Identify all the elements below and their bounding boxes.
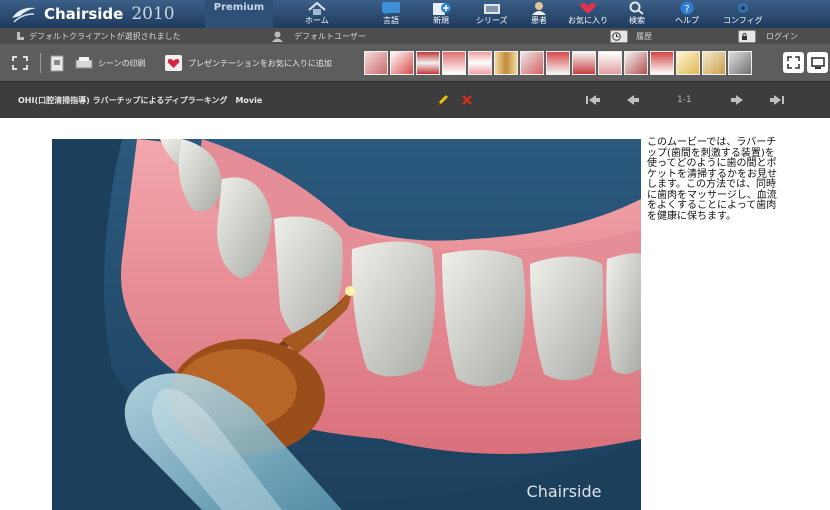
nav-label: お気に入り — [568, 16, 608, 25]
user-status[interactable]: デフォルトユーザー — [272, 28, 366, 44]
film-icon — [483, 4, 500, 14]
heart-icon — [580, 3, 596, 14]
scene-thumbnail[interactable] — [598, 51, 622, 75]
lock-icon — [738, 29, 756, 43]
scene-thumbnails — [364, 51, 754, 75]
document-icon — [50, 55, 64, 71]
language-icon — [382, 2, 400, 15]
add-favorite-button[interactable]: プレゼンテーションをお気に入りに追加 — [165, 44, 332, 82]
add-favorite-label: プレゼンテーションをお気に入りに追加 — [188, 58, 332, 68]
movie-description: このムービーでは、ラバーチップ(歯間を刺激する装置)を使ってどのように歯の間とポ… — [647, 137, 777, 222]
edit-pencil-icon[interactable] — [436, 93, 450, 107]
chairside-logo-icon — [12, 7, 36, 23]
scene-thumbnail[interactable] — [468, 51, 492, 75]
scene-thumbnail[interactable] — [728, 51, 752, 75]
movie-title-bar: OHI(口腔清掃指導) ラバーチップによるディプラーキング Movie 1-1 — [0, 82, 830, 118]
previous-page-icon[interactable] — [625, 93, 641, 107]
scene-thumbnail[interactable] — [390, 51, 414, 75]
nav-language[interactable]: 言語 — [380, 0, 402, 28]
app-header: Chairside 2010 Premium ホーム 言語 新規 シリーズ 患者… — [0, 0, 830, 28]
fullscreen-icon — [12, 56, 28, 70]
scene-thumbnail[interactable] — [650, 51, 674, 75]
nav-label: コンフィグ — [723, 16, 763, 25]
scene-thumbnail[interactable] — [416, 51, 440, 75]
nav-label: 言語 — [383, 16, 399, 25]
client-label: デフォルトクライアントが選択されました — [29, 31, 181, 41]
dental-animation-frame: Chairside — [52, 139, 641, 510]
scene-thumbnail[interactable] — [676, 51, 700, 75]
first-page-icon[interactable] — [584, 93, 602, 107]
scene-thumbnail[interactable] — [520, 51, 544, 75]
user-icon — [272, 31, 283, 42]
search-icon — [629, 1, 644, 15]
scene-thumbnail[interactable] — [494, 51, 518, 75]
nav-label: 新規 — [433, 16, 449, 25]
screen-icon — [810, 56, 825, 69]
print-scene-button[interactable]: シーンの印刷 — [50, 44, 146, 82]
login-label: ログイン — [766, 31, 798, 41]
edition-badge: Premium — [205, 0, 273, 28]
page-counter: 1-1 — [677, 95, 692, 105]
status-bar: デフォルトクライアントが選択されました デフォルトユーザー 履歴 ログイン — [0, 28, 830, 44]
app-year: 2010 — [131, 4, 175, 24]
help-icon: ? — [680, 1, 694, 15]
login-link[interactable]: ログイン — [738, 28, 798, 44]
history-link[interactable]: 履歴 — [610, 28, 652, 44]
user-label: デフォルトユーザー — [294, 31, 366, 41]
scene-thumbnail[interactable] — [702, 51, 726, 75]
movie-title: OHI(口腔清掃指導) ラバーチップによるディプラーキング Movie — [18, 95, 263, 105]
nav-search[interactable]: 検索 — [626, 0, 648, 28]
nav-patient[interactable]: 患者 — [528, 0, 550, 28]
chair-icon — [17, 32, 24, 40]
app-name: Chairside — [44, 5, 124, 23]
nav-label: 患者 — [531, 16, 547, 25]
screen-mode-button[interactable] — [807, 52, 828, 73]
nav-config[interactable]: コンフィグ — [723, 0, 763, 28]
scene-thumbnail[interactable] — [546, 51, 570, 75]
nav-label: ヘルプ — [675, 16, 699, 25]
app-logo: Chairside 2010 — [10, 0, 175, 28]
print-scene-label: シーンの印刷 — [98, 58, 146, 68]
scene-thumbnail[interactable] — [572, 51, 596, 75]
clock-icon — [610, 29, 628, 43]
nav-label: ホーム — [305, 16, 329, 25]
nav-series[interactable]: シリーズ — [476, 0, 508, 28]
divider — [40, 44, 41, 82]
nav-home[interactable]: ホーム — [305, 0, 329, 28]
home-icon — [308, 1, 326, 15]
client-status[interactable]: デフォルトクライアントが選択されました — [16, 28, 181, 44]
gear-icon — [737, 3, 748, 13]
toolbar: シーンの印刷 プレゼンテーションをお気に入りに追加 — [0, 44, 830, 82]
history-label: 履歴 — [636, 31, 652, 41]
nav-favorites[interactable]: お気に入り — [568, 0, 608, 28]
fullscreen-toggle-button[interactable] — [10, 44, 30, 82]
scene-thumbnail[interactable] — [364, 51, 388, 75]
nav-label: シリーズ — [476, 16, 508, 25]
delete-icon[interactable] — [461, 93, 473, 107]
nav-help[interactable]: ? ヘルプ — [675, 0, 699, 28]
scene-thumbnail[interactable] — [442, 51, 466, 75]
last-page-icon[interactable] — [768, 93, 786, 107]
movie-frame[interactable]: Chairside — [52, 139, 641, 510]
chairside-watermark: Chairside — [527, 482, 602, 501]
new-icon — [433, 3, 451, 15]
expand-icon — [787, 56, 800, 69]
nav-new[interactable]: 新規 — [430, 0, 452, 28]
next-page-icon[interactable] — [729, 93, 745, 107]
patient-icon — [532, 2, 546, 15]
expand-button[interactable] — [783, 52, 804, 73]
svg-text:?: ? — [684, 4, 689, 15]
favorite-heart-icon — [165, 55, 182, 71]
scene-thumbnail[interactable] — [624, 51, 648, 75]
nav-label: 検索 — [629, 16, 645, 25]
printer-icon — [75, 56, 93, 68]
